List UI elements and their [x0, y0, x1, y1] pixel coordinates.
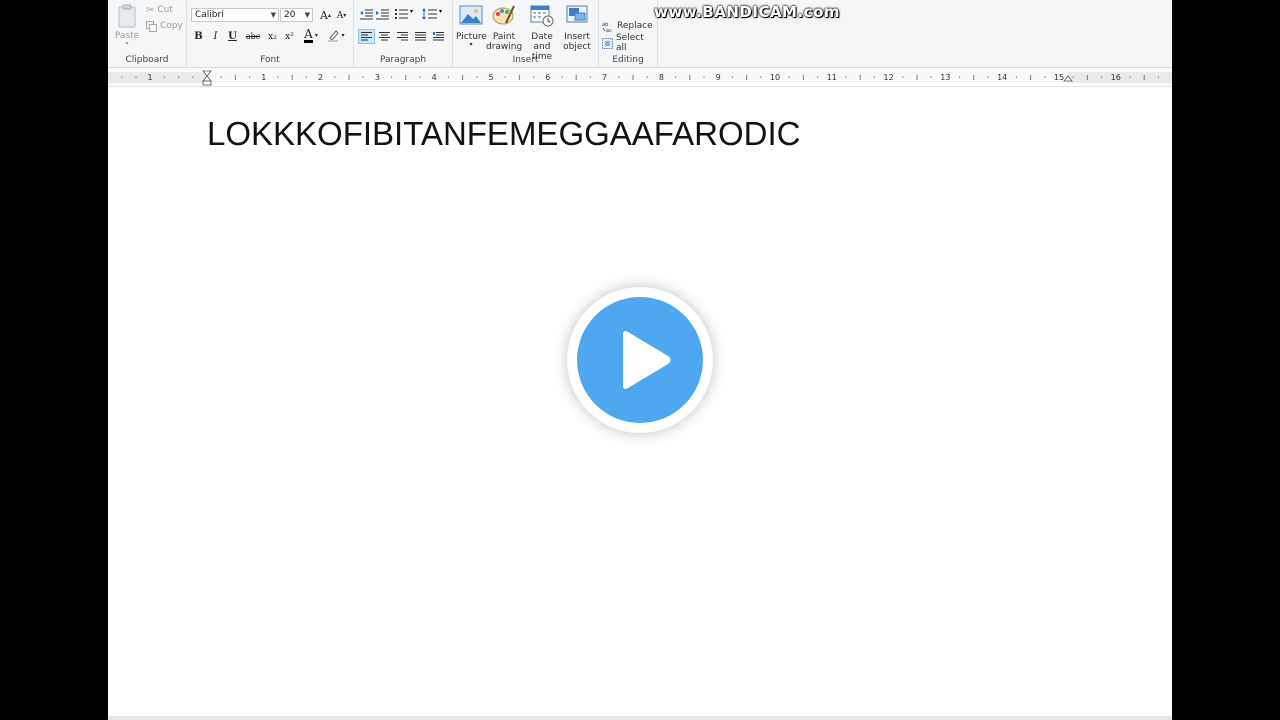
ruler-number: 3: [375, 73, 380, 82]
insert-object-button[interactable]: Insert object: [561, 3, 593, 52]
clipboard-group: Paste ▾ ✂ Cut Copy Clipboard: [108, 0, 187, 67]
ruler-number: 1: [261, 73, 266, 82]
ruler-number: 5: [488, 73, 493, 82]
clipboard-group-label: Clipboard: [125, 55, 169, 65]
ruler-number: 4: [432, 73, 437, 82]
ruler-number: 8: [659, 73, 664, 82]
paragraph-settings-button[interactable]: [430, 29, 447, 44]
right-indent-marker[interactable]: [1063, 75, 1073, 82]
copy-button[interactable]: Copy: [146, 20, 183, 32]
play-icon: [623, 331, 671, 389]
cut-button[interactable]: ✂ Cut: [146, 4, 173, 16]
line-spacing-icon: [422, 8, 437, 20]
bandicam-watermark: www.BANDICAM.com: [654, 3, 841, 21]
scissors-icon: ✂: [146, 4, 155, 16]
ruler-number: 7: [602, 73, 607, 82]
ruler-number: 11: [827, 73, 837, 82]
align-center-icon: [379, 32, 390, 41]
chevron-down-icon: ▾: [439, 9, 443, 15]
superscript-button[interactable]: x²: [282, 29, 297, 44]
document-text[interactable]: LOKKKOFIBITANFEMEGGAAFARODIC: [207, 115, 800, 153]
font-size-select[interactable]: 20 ▼: [280, 8, 313, 22]
shrink-font-button[interactable]: A ▾: [334, 8, 349, 23]
replace-icon: ab ac: [602, 22, 612, 32]
select-all-button[interactable]: Select all: [602, 33, 657, 53]
decrease-indent-icon[interactable]: [360, 9, 373, 20]
align-left-button[interactable]: [358, 29, 375, 44]
ribbon: Paste ▾ ✂ Cut Copy Clipboard Calibri ▼ 2…: [108, 0, 1172, 68]
ruler-number: 13: [940, 73, 950, 82]
paragraph-group: ▾ ▾ Paragraph: [354, 0, 453, 67]
left-indent-marker[interactable]: [202, 70, 212, 86]
chevron-down-icon: ▼: [304, 11, 310, 19]
ruler-ticks: 1 12345678910111213141516: [121, 70, 1159, 86]
highlight-color-button[interactable]: ▾: [325, 28, 347, 43]
font-family-select[interactable]: Calibri ▼: [191, 8, 279, 22]
date-time-button[interactable]: Date and time: [523, 3, 561, 62]
ruler-number: 9: [716, 73, 721, 82]
chevron-down-icon: ▾: [341, 32, 345, 39]
paragraph-icon: [433, 31, 444, 40]
ruler-number: 6: [545, 73, 550, 82]
ruler-number: 12: [884, 73, 894, 82]
align-center-button[interactable]: [376, 29, 393, 44]
italic-button[interactable]: I: [208, 29, 223, 44]
select-all-icon: [602, 37, 613, 49]
ruler-number: 16: [1111, 73, 1121, 82]
insert-object-icon: [566, 5, 588, 23]
ruler-number: 2: [318, 73, 323, 82]
ruler-number: 15: [1054, 73, 1064, 82]
paste-dropdown-arrow: ▾: [125, 40, 129, 47]
justify-icon: [415, 32, 426, 41]
text-color-button[interactable]: A ▾: [300, 28, 322, 43]
align-right-button[interactable]: [394, 29, 411, 44]
paragraph-group-label: Paragraph: [379, 55, 427, 65]
copy-icon: [146, 20, 157, 32]
chevron-down-icon: ▾: [469, 41, 473, 48]
font-group: Calibri ▼ 20 ▼ A ▴ A ▾ B I U abc x₂ x² A ▾: [187, 0, 354, 67]
ruler-number: 10: [770, 73, 780, 82]
align-left-icon: [361, 32, 372, 41]
chevron-down-icon: ▾: [314, 32, 318, 39]
editing-group-label: Editing: [612, 55, 644, 65]
calendar-clock-icon: [530, 5, 554, 27]
editing-group: ab ac Replace Select all Editing: [599, 0, 658, 67]
underline-button[interactable]: U: [225, 29, 240, 44]
align-right-icon: [397, 32, 408, 41]
chevron-down-icon: ▼: [270, 11, 276, 19]
justify-button[interactable]: [412, 29, 429, 44]
paint-palette-icon: [492, 5, 515, 25]
insert-group-label: Insert: [512, 55, 539, 65]
highlighter-icon: [328, 30, 340, 42]
increase-indent-icon[interactable]: [376, 9, 389, 20]
bullet-list-icon: [395, 9, 408, 19]
ruler[interactable]: 1 12345678910111213141516: [108, 68, 1172, 87]
replace-button[interactable]: ab ac Replace: [602, 20, 653, 32]
play-button[interactable]: [567, 287, 713, 433]
ruler-number: 14: [997, 73, 1007, 82]
picture-icon: [459, 5, 483, 25]
line-spacing-button[interactable]: ▾: [422, 8, 446, 21]
svg-text:ac: ac: [606, 28, 612, 32]
bold-button[interactable]: B: [191, 29, 206, 44]
paste-button[interactable]: Paste ▾: [114, 4, 140, 47]
chevron-down-icon: ▾: [410, 9, 414, 15]
paint-drawing-button[interactable]: Paint drawing: [486, 3, 522, 52]
bullets-button[interactable]: ▾: [395, 8, 417, 21]
strikethrough-button[interactable]: abc: [243, 29, 263, 44]
paste-icon: [118, 4, 136, 28]
grow-font-button[interactable]: A ▴: [318, 8, 333, 23]
picture-button[interactable]: Picture ▾: [456, 3, 487, 48]
font-group-label: Font: [260, 55, 280, 65]
insert-group: Picture ▾ Paint drawing Date and time In…: [453, 0, 599, 67]
status-bar-edge: [108, 716, 1172, 720]
subscript-button[interactable]: x₂: [265, 29, 280, 44]
